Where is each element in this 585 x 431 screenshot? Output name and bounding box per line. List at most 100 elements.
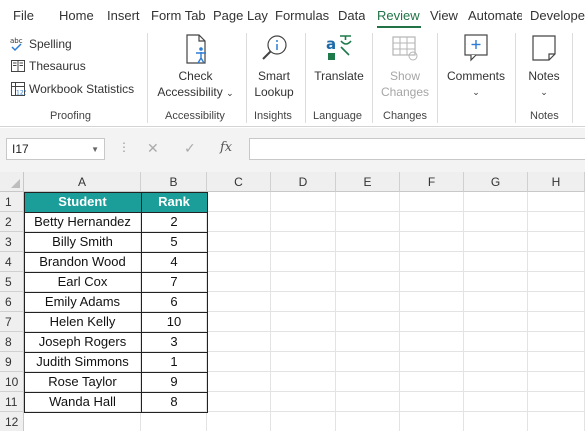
rank-cell[interactable]: 3	[141, 332, 207, 352]
smart-lookup-line1: Smart	[257, 69, 290, 83]
row-header-4[interactable]: 4	[0, 252, 24, 272]
note-icon	[528, 32, 560, 66]
tab-formulas[interactable]: Formulas	[275, 7, 329, 24]
select-all-button[interactable]	[0, 172, 24, 192]
row-header-8[interactable]: 8	[0, 332, 24, 352]
tab-page-layout[interactable]: Page Lay	[213, 7, 269, 24]
table-divider-horizontal	[24, 312, 207, 313]
row-header-5[interactable]: 5	[0, 272, 24, 292]
spelling-abc-text: abc	[10, 37, 23, 45]
table-divider-horizontal	[24, 252, 207, 253]
tab-review[interactable]: Review	[377, 7, 420, 24]
student-name-cell[interactable]: Billy Smith	[24, 232, 141, 252]
insert-function-button[interactable]: fx	[220, 140, 232, 155]
student-name-cell[interactable]: Earl Cox	[24, 272, 141, 292]
rank-cell[interactable]: 7	[141, 272, 207, 292]
rank-cell[interactable]: 5	[141, 232, 207, 252]
thesaurus-book-icon	[10, 58, 26, 74]
row-header-9[interactable]: 9	[0, 352, 24, 372]
check-accessibility-line1: Check	[178, 69, 213, 83]
row-header-11[interactable]: 11	[0, 392, 24, 412]
show-changes-button[interactable]: Show Changes	[376, 32, 434, 100]
rank-cell[interactable]: 10	[141, 312, 207, 332]
tab-form-tab[interactable]: Form Tab	[151, 7, 207, 24]
row-header-1[interactable]: 1	[0, 192, 24, 212]
group-separator	[515, 33, 516, 123]
name-box[interactable]: I17 ▼	[6, 138, 105, 160]
column-header-f[interactable]: F	[400, 172, 464, 192]
translate-button[interactable]: a Translate	[309, 32, 369, 84]
svg-text:a: a	[326, 35, 336, 53]
formula-input[interactable]	[249, 138, 585, 160]
student-name-cell[interactable]: Joseph Rogers	[24, 332, 141, 352]
table-header-cell[interactable]: Student	[24, 192, 141, 212]
spelling-button[interactable]: abc Spelling	[10, 35, 72, 53]
check-accessibility-button[interactable]: Check Accessibility ⌄	[153, 32, 238, 101]
column-header-e[interactable]: E	[336, 172, 400, 192]
comment-icon	[460, 32, 492, 66]
translate-icon: a	[323, 32, 355, 66]
tab-home[interactable]: Home	[59, 7, 94, 24]
student-name-cell[interactable]: Wanda Hall	[24, 392, 141, 412]
row-header-7[interactable]: 7	[0, 312, 24, 332]
student-name-cell[interactable]: Emily Adams	[24, 292, 141, 312]
tab-insert[interactable]: Insert	[107, 7, 140, 24]
rank-cell[interactable]: 2	[141, 212, 207, 232]
column-header-c[interactable]: C	[207, 172, 271, 192]
row-header-6[interactable]: 6	[0, 292, 24, 312]
row-header-12[interactable]: 12	[0, 412, 24, 431]
column-header-b[interactable]: B	[141, 172, 207, 192]
student-name-cell[interactable]: Rose Taylor	[24, 372, 141, 392]
tab-view[interactable]: View	[430, 7, 458, 24]
column-header-d[interactable]: D	[271, 172, 336, 192]
worksheet-grid[interactable]: A B C D E F G H 1 2 3 4 5 6 7 8 9 10 11 12 Student Rank Betty …	[0, 172, 585, 431]
thesaurus-button[interactable]: Thesaurus	[10, 57, 86, 75]
table-header-cell[interactable]: Rank	[141, 192, 207, 212]
student-name-cell[interactable]: Betty Hernandez	[24, 212, 141, 232]
comments-button[interactable]: Comments ⌄	[443, 32, 509, 100]
resize-handle-icon[interactable]: ⋮	[118, 140, 130, 154]
notes-button[interactable]: Notes ⌄	[521, 32, 567, 100]
rank-cell[interactable]: 4	[141, 252, 207, 272]
workbook-statistics-button[interactable]: 123 Workbook Statistics	[10, 80, 134, 98]
row-header-3[interactable]: 3	[0, 232, 24, 252]
table-divider-horizontal	[24, 212, 207, 213]
tab-file[interactable]: File	[13, 7, 34, 24]
cancel-formula-button[interactable]: ✕	[147, 140, 159, 157]
proofing-group-label: Proofing	[50, 110, 91, 122]
smart-lookup-icon	[258, 32, 290, 66]
enter-formula-button[interactable]: ✓	[184, 140, 196, 157]
rank-cell[interactable]: 8	[141, 392, 207, 412]
group-separator	[305, 33, 306, 123]
group-separator	[572, 33, 573, 123]
tab-developer[interactable]: Develope	[530, 7, 585, 24]
rank-cell[interactable]: 6	[141, 292, 207, 312]
table-divider-horizontal	[24, 352, 207, 353]
workbook-statistics-icon: 123	[10, 81, 28, 97]
spelling-label: Spelling	[29, 37, 72, 51]
tab-data[interactable]: Data	[338, 7, 365, 24]
smart-lookup-line2: Lookup	[254, 85, 294, 99]
column-header-h[interactable]: H	[528, 172, 585, 192]
group-separator	[147, 33, 148, 123]
chevron-down-icon: ⌄	[226, 88, 234, 98]
student-name-cell[interactable]: Judith Simmons	[24, 352, 141, 372]
student-name-cell[interactable]: Brandon Wood	[24, 252, 141, 272]
tab-automate[interactable]: Automate	[468, 7, 522, 24]
column-header-g[interactable]: G	[464, 172, 528, 192]
notes-label: Notes	[528, 69, 560, 83]
chevron-down-icon: ⌄	[540, 87, 548, 97]
accessibility-document-icon	[180, 32, 212, 66]
column-header-a[interactable]: A	[24, 172, 141, 192]
smart-lookup-button[interactable]: Smart Lookup	[250, 32, 298, 100]
student-name-cell[interactable]: Helen Kelly	[24, 312, 141, 332]
table-divider-horizontal	[24, 232, 207, 233]
notes-group-label: Notes	[530, 110, 559, 122]
row-header-10[interactable]: 10	[0, 372, 24, 392]
rank-cell[interactable]: 1	[141, 352, 207, 372]
row-header-2[interactable]: 2	[0, 212, 24, 232]
table-divider-horizontal	[24, 372, 207, 373]
chevron-down-icon[interactable]: ▼	[91, 145, 99, 154]
workbook-statistics-label: Workbook Statistics	[29, 82, 135, 96]
rank-cell[interactable]: 9	[141, 372, 207, 392]
